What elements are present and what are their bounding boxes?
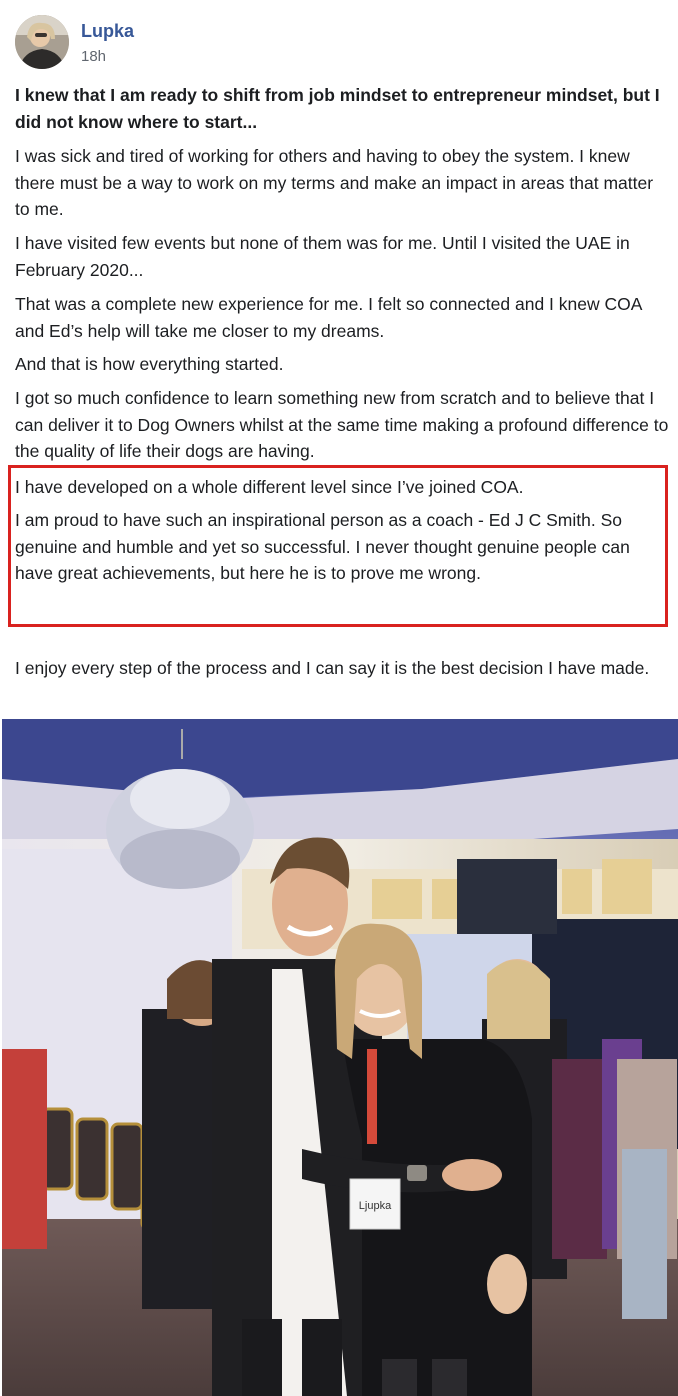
post-paragraph: I was sick and tired of working for othe… xyxy=(15,146,654,219)
post-paragraph: That was a complete new experience for m… xyxy=(15,294,642,341)
post-paragraph: I got so much confidence to learn someth… xyxy=(15,388,669,461)
post-photo[interactable]: Ljupka xyxy=(2,719,678,1396)
author-name[interactable]: Lupka xyxy=(81,21,134,42)
post-headline: I knew that I am ready to shift from job… xyxy=(15,85,660,132)
event-photo-image: Ljupka xyxy=(2,719,678,1396)
name-badge-text: Ljupka xyxy=(359,1200,392,1212)
post-paragraph: I have visited few events but none of th… xyxy=(15,233,630,280)
post-paragraph: I enjoy every step of the process and I … xyxy=(15,658,650,678)
highlighted-paragraph: I am proud to have such an inspirational… xyxy=(15,510,630,583)
post-paragraph: And that is how everything started. xyxy=(15,354,284,374)
highlighted-paragraph: I have developed on a whole different le… xyxy=(15,477,524,497)
post-card: Lupka 18h I knew that I am ready to shif… xyxy=(0,0,678,1396)
post-header: Lupka 18h xyxy=(15,15,655,69)
user-avatar-icon xyxy=(15,15,69,69)
author-avatar[interactable] xyxy=(15,15,69,69)
post-timestamp[interactable]: 18h xyxy=(81,48,106,65)
